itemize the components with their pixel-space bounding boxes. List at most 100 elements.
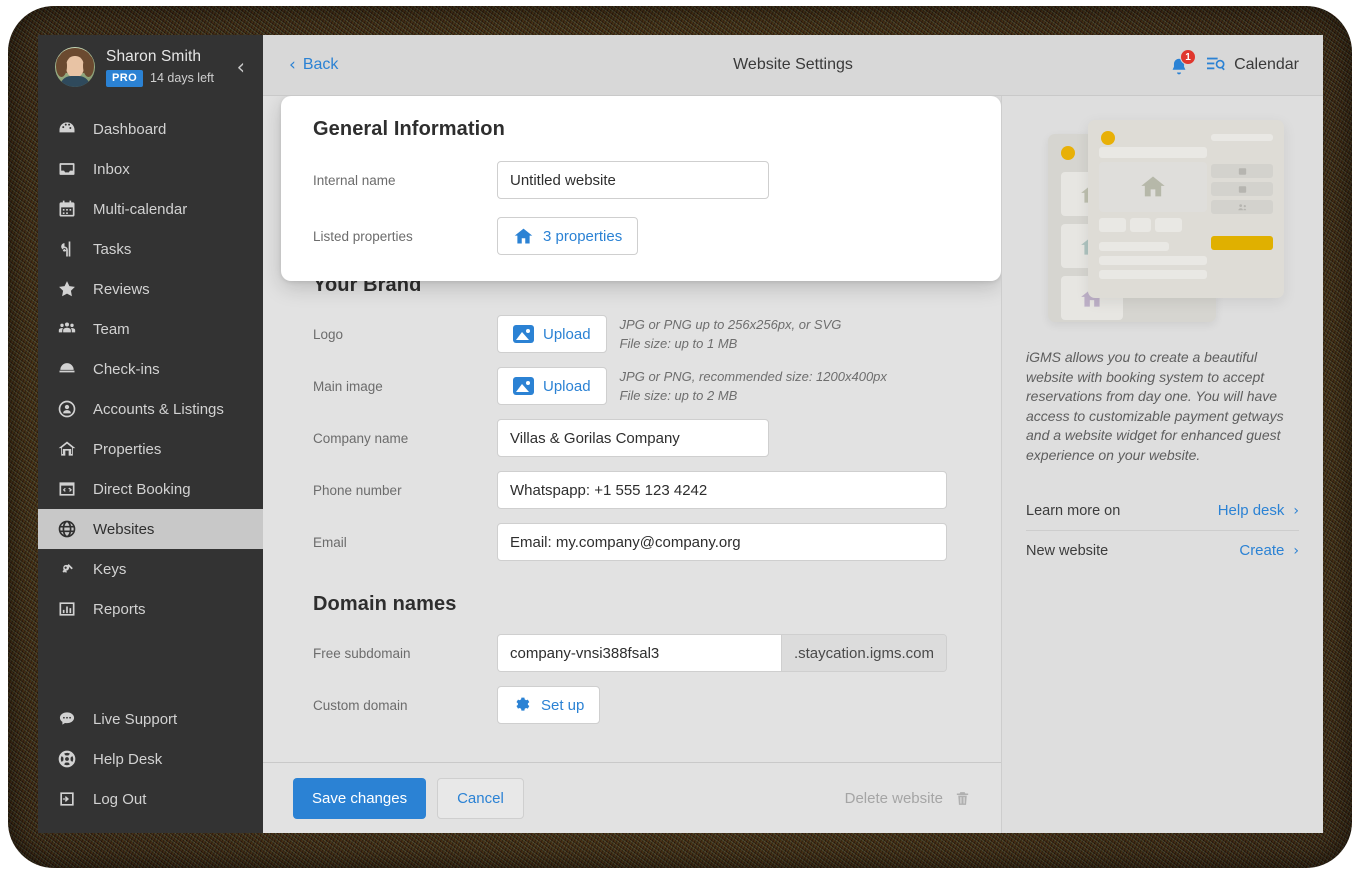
general-information-card: General Information Internal name Untitl… <box>281 96 1001 281</box>
back-button[interactable]: ‹ Back <box>263 55 338 75</box>
sidebar-item-websites[interactable]: Websites <box>38 509 263 549</box>
listed-properties-button[interactable]: 3 properties <box>497 217 638 255</box>
panel-row-learn-more: Learn more on Help desk › <box>1026 491 1299 530</box>
chevron-right-icon: › <box>1293 543 1299 559</box>
star-icon <box>56 278 78 300</box>
page-title: Website Settings <box>263 56 1323 74</box>
free-subdomain-label: Free subdomain <box>313 646 497 661</box>
internal-name-input[interactable]: Untitled website <box>497 161 769 199</box>
sidebar-item-label: Help Desk <box>93 751 162 768</box>
panel-row-label: Learn more on <box>1026 503 1120 519</box>
sidebar-item-reports[interactable]: Reports <box>38 589 263 629</box>
sidebar-item-help-desk[interactable]: Help Desk <box>38 739 263 779</box>
sidebar-item-label: Reviews <box>93 281 150 298</box>
sidebar-item-label: Properties <box>93 441 161 458</box>
logo-hint-line2: File size: up to 1 MB <box>620 334 842 353</box>
sidebar-item-inbox[interactable]: Inbox <box>38 149 263 189</box>
custom-domain-setup-label: Set up <box>541 697 584 714</box>
main-image-hint-line2: File size: up to 2 MB <box>620 386 887 405</box>
sidebar-item-direct-booking[interactable]: Direct Booking <box>38 469 263 509</box>
your-brand-section: Your Brand Logo Upload JPG or PNG <box>281 268 1001 561</box>
save-button[interactable]: Save changes <box>293 778 426 819</box>
chevron-left-icon: ‹ <box>289 55 296 75</box>
home-icon <box>56 438 78 460</box>
sidebar-item-label: Websites <box>93 521 154 538</box>
email-label: Email <box>313 535 497 550</box>
code-window-icon <box>56 478 78 500</box>
chevron-left-icon[interactable]: ‹ <box>231 53 251 82</box>
sidebar-item-accounts-listings[interactable]: Accounts & Listings <box>38 389 263 429</box>
sidebar-item-multi-calendar[interactable]: Multi-calendar <box>38 189 263 229</box>
sidebar-item-tasks[interactable]: Tasks <box>38 229 263 269</box>
sidebar-item-label: Dashboard <box>93 121 166 138</box>
chevron-right-icon: › <box>1293 503 1299 519</box>
bar-chart-icon <box>56 598 78 620</box>
main-image-row: Main image Upload JPG or PNG, recommende… <box>281 367 1001 405</box>
company-name-row: Company name Villas & Gorilas Company <box>281 419 1001 457</box>
sidebar-item-team[interactable]: Team <box>38 309 263 349</box>
illustration-cta <box>1211 236 1273 250</box>
list-search-icon <box>1206 56 1226 74</box>
app-window: Sharon Smith PRO 14 days left ‹ Dashboar… <box>38 35 1323 833</box>
logo-row: Logo Upload JPG or PNG up to 256x256px, … <box>281 315 1001 353</box>
illustration-dot <box>1061 146 1075 160</box>
calendar-button[interactable]: Calendar <box>1206 56 1299 74</box>
internal-name-row: Internal name Untitled website <box>281 161 1001 199</box>
logo-label: Logo <box>313 327 497 342</box>
main-image-hint-line1: JPG or PNG, recommended size: 1200x400px <box>620 367 887 386</box>
trial-days-left: 14 days left <box>150 71 214 85</box>
sidebar-item-reviews[interactable]: Reviews <box>38 269 263 309</box>
sidebar-item-label: Team <box>93 321 130 338</box>
help-desk-link[interactable]: Help desk › <box>1218 502 1299 519</box>
logo-hint-line1: JPG or PNG up to 256x256px, or SVG <box>620 315 842 334</box>
tasks-icon <box>56 238 78 260</box>
email-input[interactable]: Email: my.company@company.org <box>497 523 947 561</box>
sidebar-item-properties[interactable]: Properties <box>38 429 263 469</box>
delete-website-button[interactable]: Delete website <box>845 789 971 808</box>
cancel-button[interactable]: Cancel <box>437 778 524 819</box>
grey-form: Your Brand Logo Upload JPG or PNG <box>281 268 1001 738</box>
plan-badge: PRO <box>106 70 143 87</box>
create-website-link[interactable]: Create › <box>1239 542 1299 559</box>
phone-number-input[interactable]: Whatspapp: +1 555 123 4242 <box>497 471 947 509</box>
settings-content: Your Brand Logo Upload JPG or PNG <box>263 96 1001 833</box>
sidebar-item-dashboard[interactable]: Dashboard <box>38 109 263 149</box>
main-image-hint: JPG or PNG, recommended size: 1200x400px… <box>620 367 887 405</box>
sidebar-item-keys[interactable]: Keys <box>38 549 263 589</box>
delete-website-label: Delete website <box>845 790 943 807</box>
main-image-upload-label: Upload <box>543 378 591 395</box>
sidebar-item-label: Keys <box>93 561 126 578</box>
sidebar-item-label: Tasks <box>93 241 131 258</box>
team-icon <box>56 318 78 340</box>
illustration-dot <box>1101 131 1115 145</box>
dashboard-icon <box>56 118 78 140</box>
illustration-front-card <box>1088 120 1284 298</box>
free-subdomain-control: company-vnsi388fsal3 .staycation.igms.co… <box>497 634 947 672</box>
logo-upload-button[interactable]: Upload <box>497 315 607 353</box>
inbox-icon <box>56 158 78 180</box>
user-name: Sharon Smith <box>106 48 231 66</box>
sidebar-item-log-out[interactable]: Log Out <box>38 779 263 819</box>
sidebar-bottom-nav: Live Support Help Desk Log Out <box>38 699 263 833</box>
custom-domain-label: Custom domain <box>313 698 497 713</box>
calendar-icon <box>56 198 78 220</box>
user-profile[interactable]: Sharon Smith PRO 14 days left ‹ <box>38 35 263 99</box>
phone-number-row: Phone number Whatspapp: +1 555 123 4242 <box>281 471 1001 509</box>
company-name-input[interactable]: Villas & Gorilas Company <box>497 419 769 457</box>
main-image-upload-button[interactable]: Upload <box>497 367 607 405</box>
top-bar: ‹ Back Website Settings 1 Calendar <box>263 35 1323 96</box>
panel-row-label: New website <box>1026 543 1108 559</box>
sidebar-item-live-support[interactable]: Live Support <box>38 699 263 739</box>
custom-domain-setup-button[interactable]: Set up <box>497 686 600 724</box>
help-desk-link-label: Help desk <box>1218 502 1285 519</box>
main-area: ‹ Back Website Settings 1 Calendar <box>263 35 1323 833</box>
notifications-button[interactable]: 1 <box>1168 52 1192 78</box>
calendar-label: Calendar <box>1234 56 1299 74</box>
sidebar-item-label: Direct Booking <box>93 481 191 498</box>
sidebar-item-label: Log Out <box>93 791 146 808</box>
sidebar-item-check-ins[interactable]: Check-ins <box>38 349 263 389</box>
account-icon <box>56 398 78 420</box>
free-subdomain-row: Free subdomain company-vnsi388fsal3 .sta… <box>281 634 1001 672</box>
free-subdomain-input[interactable]: company-vnsi388fsal3 <box>498 635 781 671</box>
email-row: Email Email: my.company@company.org <box>281 523 1001 561</box>
